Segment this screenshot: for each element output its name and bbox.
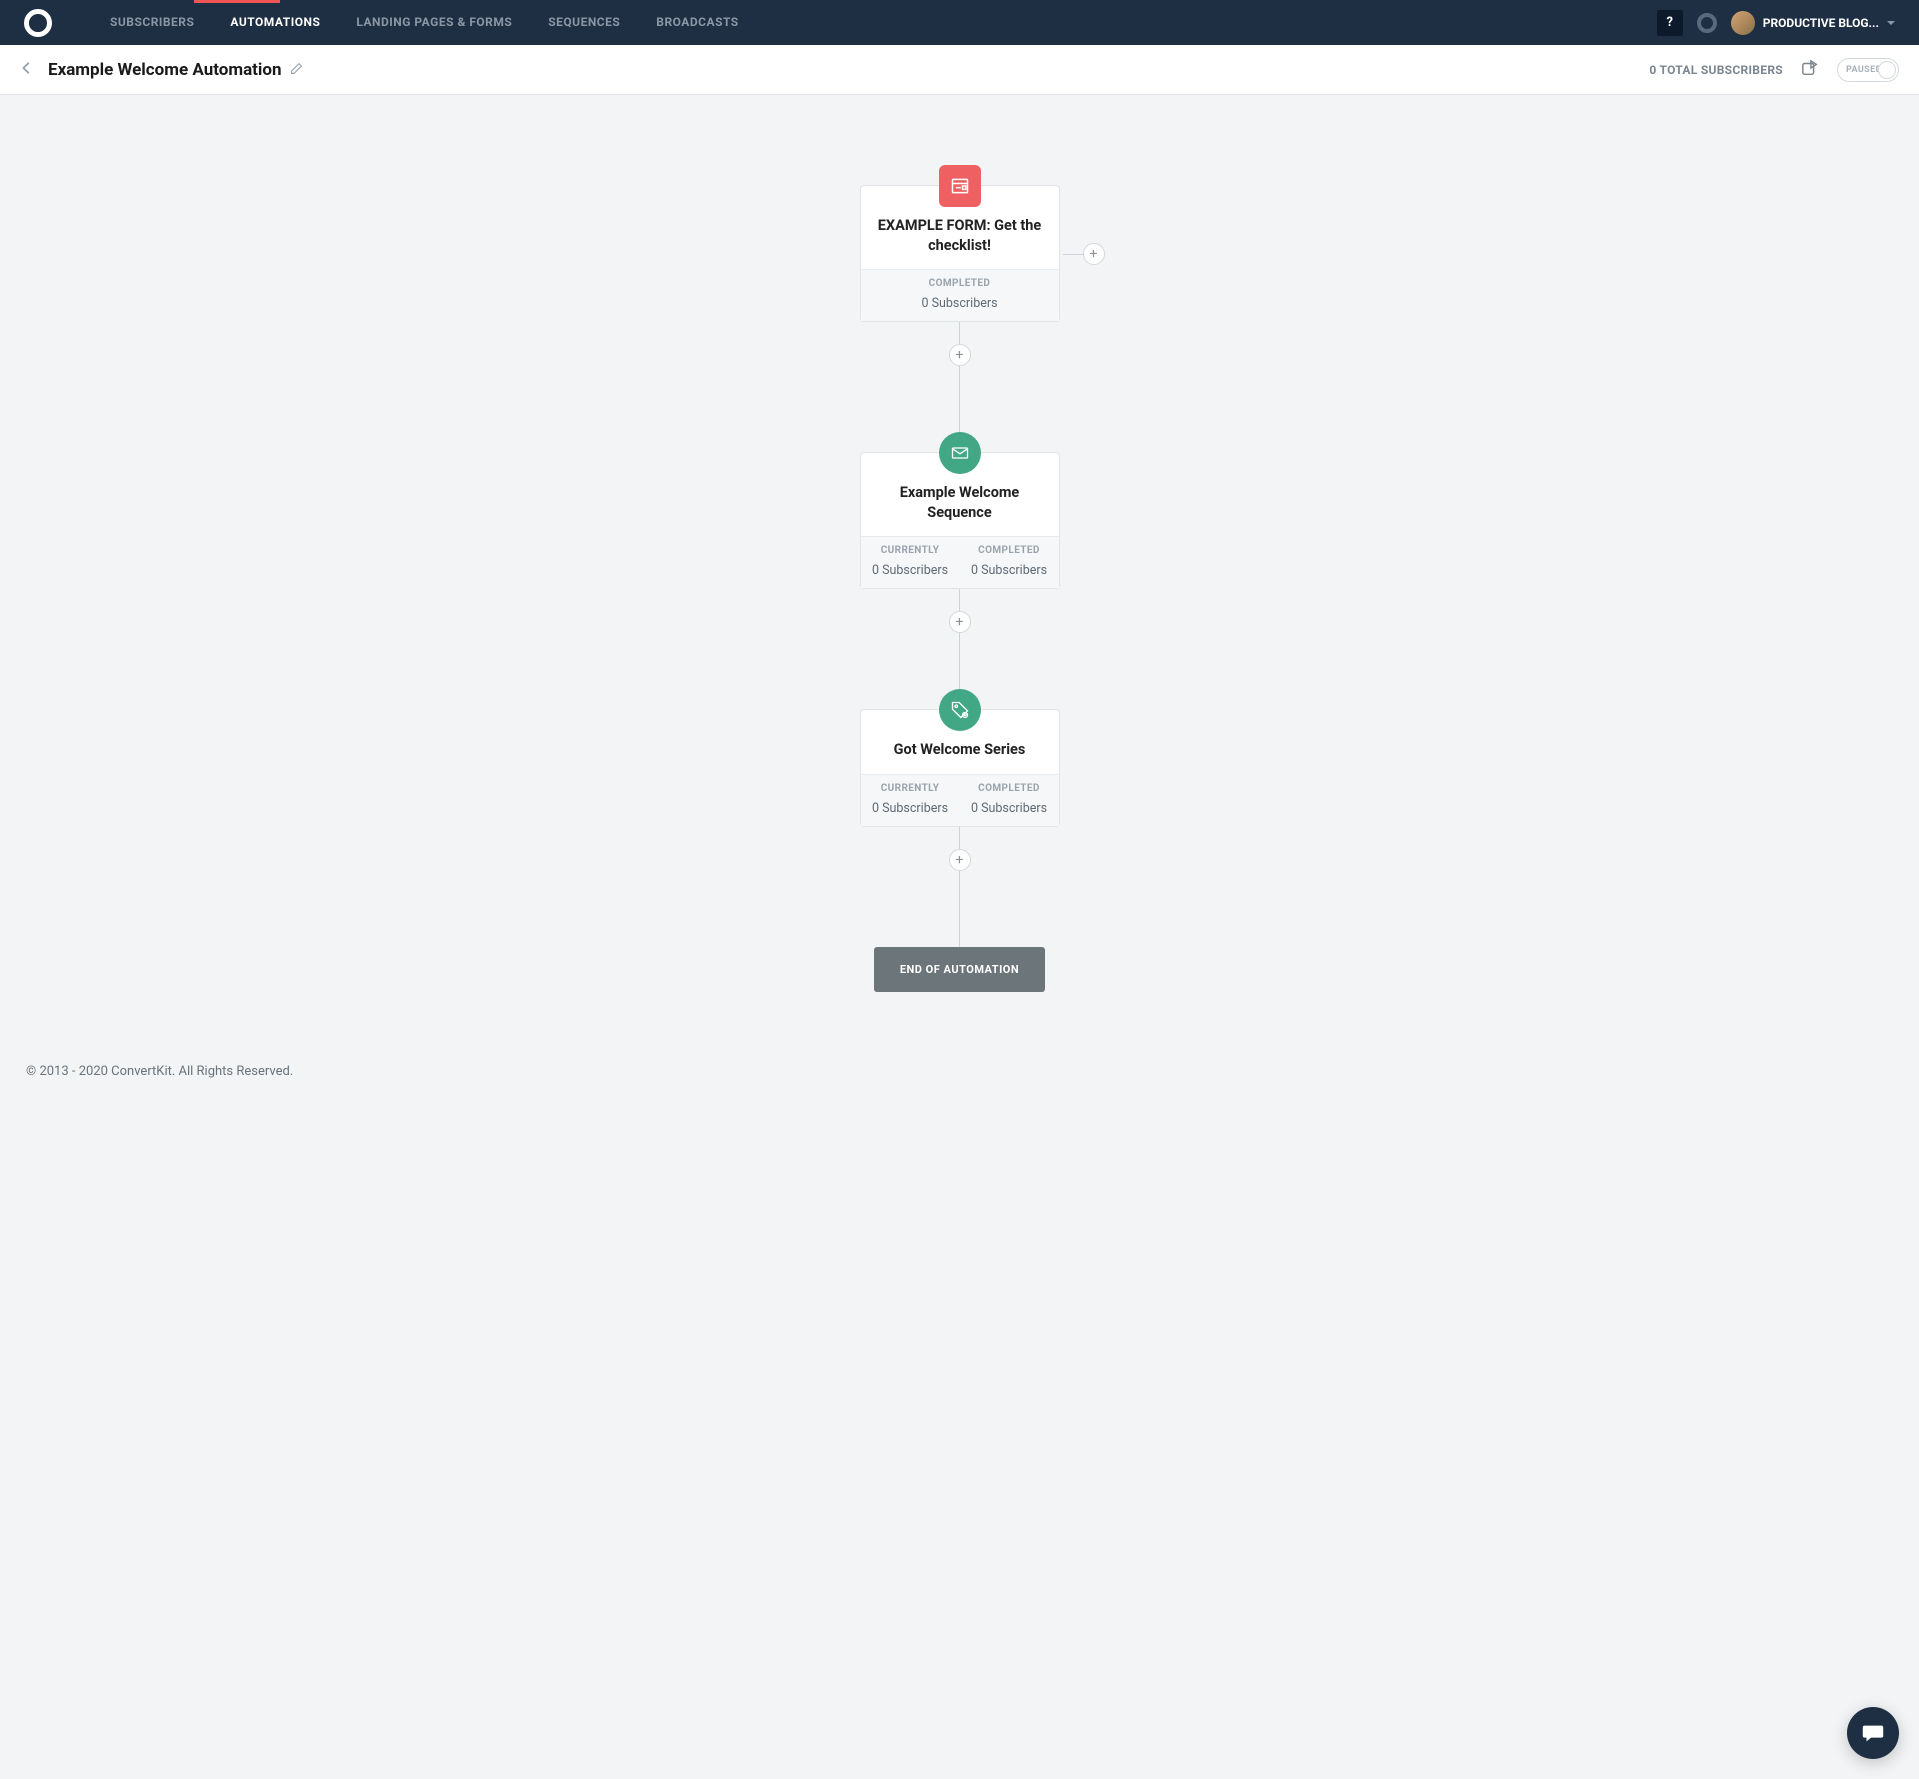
end-node: END OF AUTOMATION [874,947,1045,992]
connector-3: + [959,827,960,947]
form-node[interactable]: EXAMPLE FORM: Get the checklist! COMPLET… [860,185,1060,322]
status-label: PAUSED [1846,65,1882,75]
form-icon [939,165,981,207]
top-nav: SUBSCRIBERS AUTOMATIONS LANDING PAGES & … [0,0,1919,45]
help-button[interactable]: ? [1657,10,1683,36]
loading-icon [1697,13,1717,33]
add-step-button[interactable]: + [949,611,971,633]
tag-completed-label: COMPLETED [960,783,1059,794]
tag-node[interactable]: Got Welcome Series CURRENTLY 0 Subscribe… [860,709,1060,827]
add-step-button[interactable]: + [949,849,971,871]
nav-automations[interactable]: AUTOMATIONS [212,0,338,45]
sub-header: Example Welcome Automation 0 TOTAL SUBSC… [0,45,1919,95]
form-completed-label: COMPLETED [861,278,1059,289]
nav-sequences[interactable]: SEQUENCES [530,0,638,45]
back-button[interactable] [20,60,38,79]
mail-icon [939,432,981,474]
nav-broadcasts[interactable]: BROADCASTS [638,0,756,45]
tag-currently-value: 0 Subscribers [872,801,948,816]
automation-flow: EXAMPLE FORM: Get the checklist! COMPLET… [860,185,1060,992]
toggle-knob [1878,61,1896,79]
status-toggle[interactable]: PAUSED [1837,58,1899,82]
sequence-currently-value: 0 Subscribers [872,563,948,578]
tag-node-stats: CURRENTLY 0 Subscribers COMPLETED 0 Subs… [861,774,1059,826]
user-menu[interactable]: PRODUCTIVE BLOG... [1731,11,1895,35]
sequence-node[interactable]: Example Welcome Sequence CURRENTLY 0 Sub… [860,452,1060,589]
share-icon[interactable] [1801,59,1819,81]
nav-links: SUBSCRIBERS AUTOMATIONS LANDING PAGES & … [92,0,757,45]
tag-currently-label: CURRENTLY [861,783,960,794]
add-branch-right[interactable]: + [1083,243,1105,265]
form-node-stats: COMPLETED 0 Subscribers [861,269,1059,321]
sequence-completed-label: COMPLETED [960,545,1059,556]
sequence-currently-label: CURRENTLY [861,545,960,556]
avatar [1731,11,1755,35]
total-subscribers: 0 TOTAL SUBSCRIBERS [1649,63,1783,77]
chat-launcher[interactable] [1847,1707,1899,1759]
chevron-down-icon [1887,21,1895,25]
add-step-button[interactable]: + [949,344,971,366]
form-completed-value: 0 Subscribers [921,296,997,311]
tag-icon [939,689,981,731]
sequence-completed-value: 0 Subscribers [971,563,1047,578]
nav-right: ? PRODUCTIVE BLOG... [1657,10,1895,36]
pencil-icon[interactable] [290,60,303,79]
automation-canvas: EXAMPLE FORM: Get the checklist! COMPLET… [0,95,1919,1042]
sequence-node-stats: CURRENTLY 0 Subscribers COMPLETED 0 Subs… [861,536,1059,588]
page-title: Example Welcome Automation [48,60,282,80]
user-name: PRODUCTIVE BLOG... [1763,16,1879,30]
nav-landing-pages-forms[interactable]: LANDING PAGES & FORMS [338,0,530,45]
logo[interactable] [24,9,52,37]
active-tab-indicator [194,0,280,3]
tag-completed-value: 0 Subscribers [971,801,1047,816]
footer: © 2013 - 2020 ConvertKit. All Rights Res… [0,1042,1919,1101]
plus-icon: + [1083,243,1105,265]
nav-subscribers[interactable]: SUBSCRIBERS [92,0,212,45]
